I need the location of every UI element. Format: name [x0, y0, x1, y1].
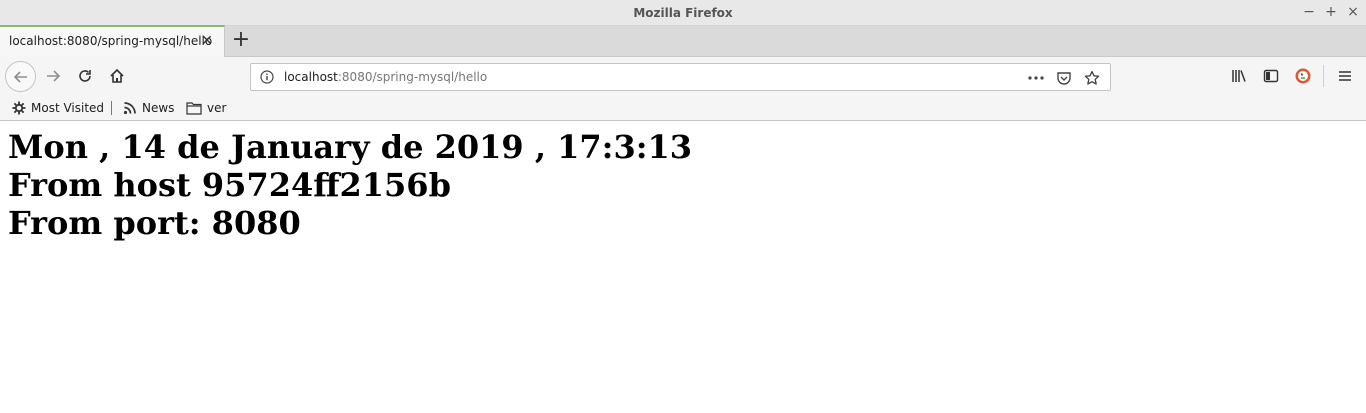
back-button[interactable]	[5, 61, 36, 92]
hamburger-menu-icon	[1338, 71, 1351, 81]
home-button[interactable]	[103, 62, 131, 90]
reload-button[interactable]	[71, 62, 99, 90]
maximize-button[interactable]: +	[1322, 3, 1340, 21]
menu-button[interactable]	[1331, 62, 1358, 90]
library-button[interactable]	[1225, 62, 1252, 90]
new-tab-button[interactable]: +	[228, 28, 254, 54]
url-host: localhost	[284, 70, 338, 84]
bookmark-label: Most Visited	[31, 101, 105, 115]
tab-strip: localhost:8080/spring-mysql/hello ✕ +	[0, 25, 1366, 57]
gear-icon	[12, 101, 26, 115]
duckduckgo-icon	[1295, 68, 1310, 84]
bookmark-label: ver	[207, 101, 227, 115]
bookmark-folder-ver[interactable]: ver	[186, 99, 226, 117]
url-bar[interactable]: localhost:8080/spring-mysql/hello	[250, 63, 1111, 91]
reload-icon	[79, 70, 91, 82]
bookmark-star-icon[interactable]	[1082, 68, 1102, 88]
bookmarks-toolbar: Most Visited News ver	[0, 95, 1366, 121]
date-line: Mon , 14 de January de 2019 , 17:3:13	[8, 128, 693, 166]
window-controls: − + ×	[1300, 3, 1362, 21]
nav-toolbar: localhost:8080/spring-mysql/hello	[0, 57, 1366, 95]
close-tab-icon[interactable]: ✕	[199, 33, 215, 49]
info-icon[interactable]	[260, 70, 274, 84]
bookmark-news[interactable]: News	[123, 99, 174, 117]
url-path: :8080/spring-mysql/hello	[337, 70, 488, 84]
sidebar-button[interactable]	[1257, 62, 1284, 90]
url-text[interactable]: localhost:8080/spring-mysql/hello	[284, 70, 487, 84]
close-window-button[interactable]: ×	[1344, 3, 1362, 21]
tab-hello[interactable]: localhost:8080/spring-mysql/hello ✕	[0, 25, 225, 57]
home-icon	[110, 68, 124, 83]
window-title: Mozilla Firefox	[633, 6, 733, 20]
arrow-left-icon	[13, 70, 27, 83]
rss-icon	[123, 102, 136, 115]
duckduckgo-extension-button[interactable]	[1289, 62, 1316, 90]
minimize-button[interactable]: −	[1300, 3, 1318, 21]
bookmark-label: News	[142, 101, 175, 115]
page-content: Mon , 14 de January de 2019 , 17:3:13 Fr…	[0, 121, 1366, 413]
bookmark-most-visited[interactable]: Most Visited	[12, 99, 104, 117]
bookmark-separator	[111, 101, 112, 115]
pocket-icon[interactable]	[1054, 68, 1074, 88]
url-actions	[1026, 68, 1102, 88]
host-line: From host 95724ff2156b	[8, 166, 451, 204]
forward-button[interactable]	[39, 62, 67, 90]
library-icon	[1231, 70, 1246, 82]
sidebar-icon	[1263, 69, 1278, 83]
page-actions-icon[interactable]	[1026, 68, 1046, 88]
window-titlebar: Mozilla Firefox − + ×	[0, 0, 1366, 26]
toolbar-separator	[1323, 65, 1324, 87]
folder-icon	[186, 102, 202, 115]
port-line: From port: 8080	[8, 204, 301, 242]
arrow-right-icon	[47, 70, 61, 82]
tab-title: localhost:8080/spring-mysql/hello	[9, 34, 213, 48]
toolbar-right	[1225, 62, 1358, 90]
